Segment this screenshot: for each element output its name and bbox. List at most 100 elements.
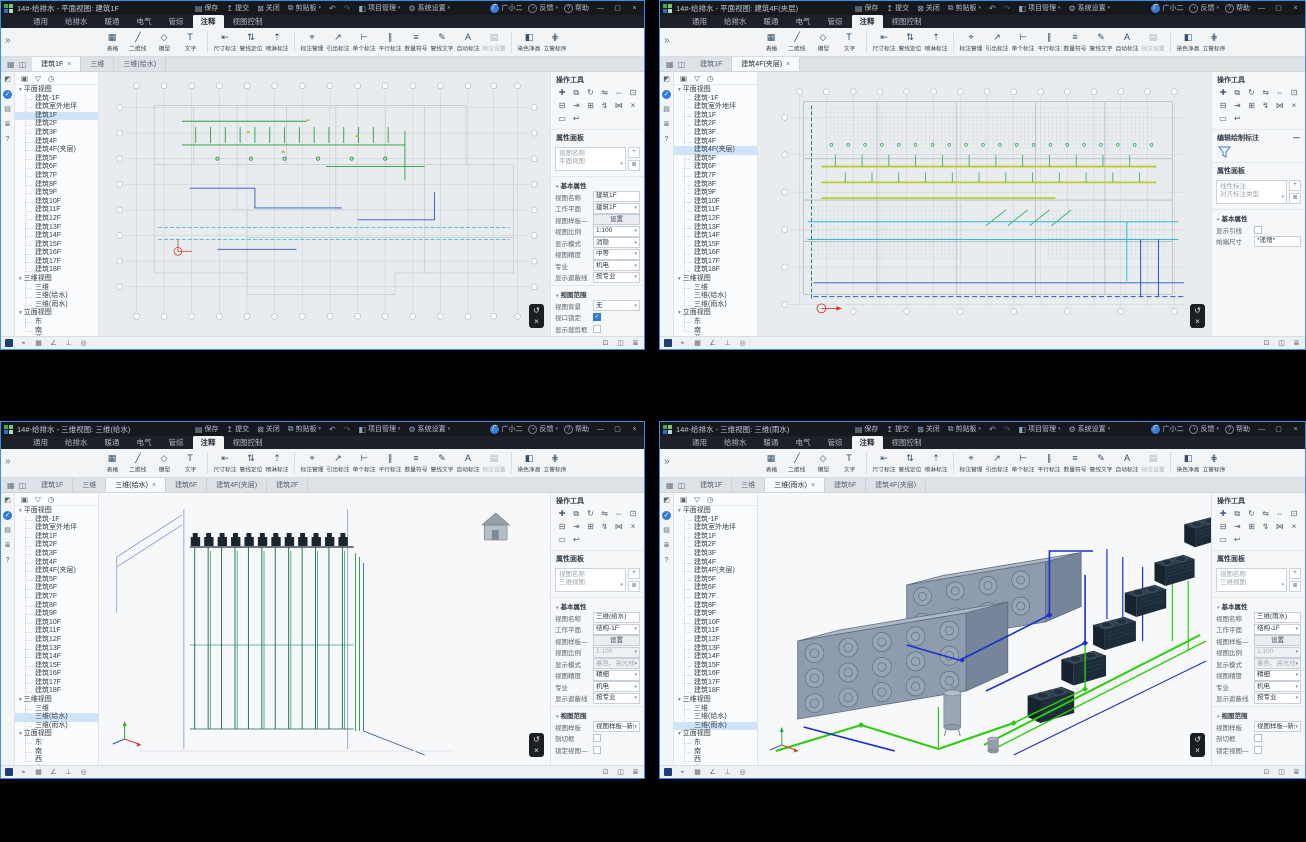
tile-windows-icon[interactable]: ◫ bbox=[19, 481, 27, 490]
tree-item[interactable]: 建筑4F(夹层) bbox=[674, 146, 757, 155]
trim-icon[interactable]: ⊞ bbox=[1244, 101, 1258, 111]
ribbon-button[interactable]: ⇡喷淋标注 bbox=[923, 32, 949, 53]
tree-item[interactable]: 南 bbox=[674, 327, 757, 336]
tree-item[interactable]: 南 bbox=[674, 748, 757, 757]
close-tab-icon[interactable]: × bbox=[67, 61, 71, 68]
layers-icon[interactable]: ≣ bbox=[3, 120, 12, 129]
quick-clipboard-button[interactable]: ⧉剪贴板▾ bbox=[288, 424, 321, 434]
view-list-icon[interactable]: ≣ bbox=[631, 339, 640, 348]
ribbon-button[interactable]: ⇤尺寸标注 bbox=[212, 453, 238, 474]
property-select[interactable]: 按专业▾ bbox=[593, 272, 640, 283]
tree-item[interactable]: 建筑8F bbox=[674, 602, 757, 611]
delete-icon[interactable]: × bbox=[1287, 522, 1301, 532]
ribbon-button[interactable]: ▤标注设置 bbox=[1140, 32, 1166, 53]
property-select[interactable]: 机电▾ bbox=[1254, 681, 1301, 692]
view-tab[interactable]: 建筑6F bbox=[825, 478, 866, 492]
copy-icon[interactable]: ⧉ bbox=[1230, 509, 1244, 519]
tree-group[interactable]: ▾立面视图 bbox=[15, 730, 98, 739]
history-icon[interactable]: ◷ bbox=[48, 74, 55, 83]
ribbon-button[interactable]: ≡数量符号 bbox=[1062, 32, 1088, 53]
ribbon-button[interactable]: ▤标注设置 bbox=[481, 32, 507, 53]
minimize-button[interactable]: — bbox=[595, 426, 606, 433]
property-checkbox[interactable] bbox=[1254, 746, 1262, 754]
tree-item[interactable]: 建筑-1F bbox=[674, 95, 757, 104]
stretch-icon[interactable]: ⇔ bbox=[1273, 88, 1287, 98]
rotate-icon[interactable]: ↻ bbox=[583, 88, 597, 98]
fit-view-icon[interactable]: ⊡ bbox=[1262, 768, 1271, 777]
property-input[interactable]: 建筑1F bbox=[593, 191, 640, 202]
ribbon-tab[interactable]: 给排水 bbox=[716, 14, 755, 28]
layers-icon[interactable]: ≣ bbox=[662, 541, 671, 550]
check-active-icon[interactable]: ✓ bbox=[662, 511, 671, 520]
extend-icon[interactable]: ⇥ bbox=[1230, 101, 1244, 111]
ribbon-button[interactable]: ◧染色净高 bbox=[1175, 32, 1201, 53]
ribbon-button[interactable]: ✎管线文字 bbox=[429, 453, 455, 474]
ribbon-button[interactable]: ◇模型 bbox=[151, 453, 177, 474]
tree-item[interactable]: 东 bbox=[674, 318, 757, 327]
tree-item[interactable]: 建筑-1F bbox=[15, 516, 98, 525]
help-menu[interactable]: ?帮助 bbox=[564, 424, 589, 434]
ribbon-tab[interactable]: 视图控制 bbox=[225, 14, 271, 28]
views-grid-icon[interactable]: ▦ bbox=[7, 60, 15, 69]
tree-item[interactable]: 建筑2F bbox=[15, 120, 98, 129]
expand-panel-icon[interactable]: » bbox=[5, 456, 11, 467]
ribbon-button[interactable]: T文字 bbox=[177, 32, 203, 53]
ortho-icon[interactable]: ⊥ bbox=[723, 339, 732, 348]
ribbon-button[interactable]: ▤标注设置 bbox=[481, 453, 507, 474]
ribbon-button[interactable]: ⇡喷淋标注 bbox=[923, 453, 949, 474]
drawing-canvas[interactable]: ↺ × bbox=[99, 493, 550, 765]
tree-item[interactable]: 建筑15F bbox=[15, 241, 98, 250]
property-select[interactable]: 机电▾ bbox=[593, 260, 640, 271]
layout-icon[interactable]: ◫ bbox=[1277, 339, 1286, 348]
tree-item[interactable]: 建筑3F bbox=[15, 550, 98, 559]
add-type-button[interactable]: + bbox=[628, 568, 640, 579]
tree-item[interactable]: 建筑4F bbox=[674, 559, 757, 568]
add-type-button[interactable]: + bbox=[628, 147, 640, 158]
ribbon-button[interactable]: ◇模型 bbox=[810, 453, 836, 474]
view-tab[interactable]: 三维(给水) bbox=[114, 57, 166, 71]
drawing-canvas[interactable]: ↺ × bbox=[758, 493, 1211, 765]
tree-item[interactable]: 建筑13F bbox=[674, 224, 757, 233]
quick-submit-button[interactable]: ↥提交 bbox=[226, 424, 249, 434]
ribbon-tab[interactable]: 视图控制 bbox=[884, 14, 930, 28]
tree-item[interactable]: 建筑2F bbox=[674, 541, 757, 550]
view-tab[interactable]: 建筑4F(夹层) bbox=[866, 478, 926, 492]
tree-item[interactable]: 建筑13F bbox=[15, 224, 98, 233]
ribbon-tab[interactable]: 暖通 bbox=[97, 14, 128, 28]
undo-tool-icon[interactable]: ↩ bbox=[1230, 114, 1244, 124]
trim-icon[interactable]: ⊞ bbox=[1244, 522, 1258, 532]
quick-submit-button[interactable]: ↥提交 bbox=[226, 3, 249, 13]
property-input[interactable]: *递增* bbox=[1254, 236, 1301, 247]
property-select[interactable]: 按专业▾ bbox=[593, 693, 640, 704]
tree-group[interactable]: ▾平面视图 bbox=[674, 507, 757, 516]
tree-item[interactable]: 西 bbox=[15, 335, 98, 336]
help-menu[interactable]: ?帮助 bbox=[564, 3, 589, 13]
tree-item[interactable]: 建筑8F bbox=[15, 602, 98, 611]
property-select[interactable]: 1:100▾ bbox=[593, 647, 640, 658]
view-tab[interactable]: 建筑2F bbox=[267, 478, 308, 492]
osnap-icon[interactable]: ◎ bbox=[738, 339, 747, 348]
tree-item[interactable]: 建筑18F bbox=[674, 687, 757, 696]
model-tree-icon[interactable]: ▣ bbox=[21, 74, 28, 83]
system-settings-menu[interactable]: ⚙系统设置▾ bbox=[1069, 3, 1111, 13]
maximize-button[interactable]: ▢ bbox=[612, 4, 623, 12]
extend-icon[interactable]: ⇥ bbox=[569, 101, 583, 111]
section-header[interactable]: ▾基本属性 bbox=[1212, 597, 1305, 612]
tree-item[interactable]: 建筑8F bbox=[674, 181, 757, 190]
undo-button[interactable]: ↶ bbox=[329, 425, 336, 434]
ribbon-button[interactable]: ⇅管线定位 bbox=[238, 32, 264, 53]
quick-close-file-button[interactable]: ⊠关闭 bbox=[917, 424, 940, 434]
minimize-button[interactable]: — bbox=[1256, 5, 1267, 12]
ribbon-button[interactable]: ⇅管线定位 bbox=[897, 32, 923, 53]
close-float-button[interactable]: × bbox=[1195, 317, 1200, 326]
rotate-icon[interactable]: ↻ bbox=[1244, 88, 1258, 98]
redo-button[interactable]: ↷ bbox=[344, 425, 351, 434]
user-menu[interactable]: 广广小二 bbox=[1151, 424, 1183, 434]
delete-icon[interactable]: × bbox=[626, 522, 640, 532]
tree-item[interactable]: 建筑6F bbox=[674, 163, 757, 172]
tree-item[interactable]: 建筑室外地坪 bbox=[15, 524, 98, 533]
ribbon-button[interactable]: ✎管线文字 bbox=[1088, 32, 1114, 53]
ribbon-tab[interactable]: 电气 bbox=[788, 435, 819, 449]
tree-item[interactable]: 建筑8F bbox=[15, 181, 98, 190]
break-icon[interactable]: ↯ bbox=[598, 522, 612, 532]
